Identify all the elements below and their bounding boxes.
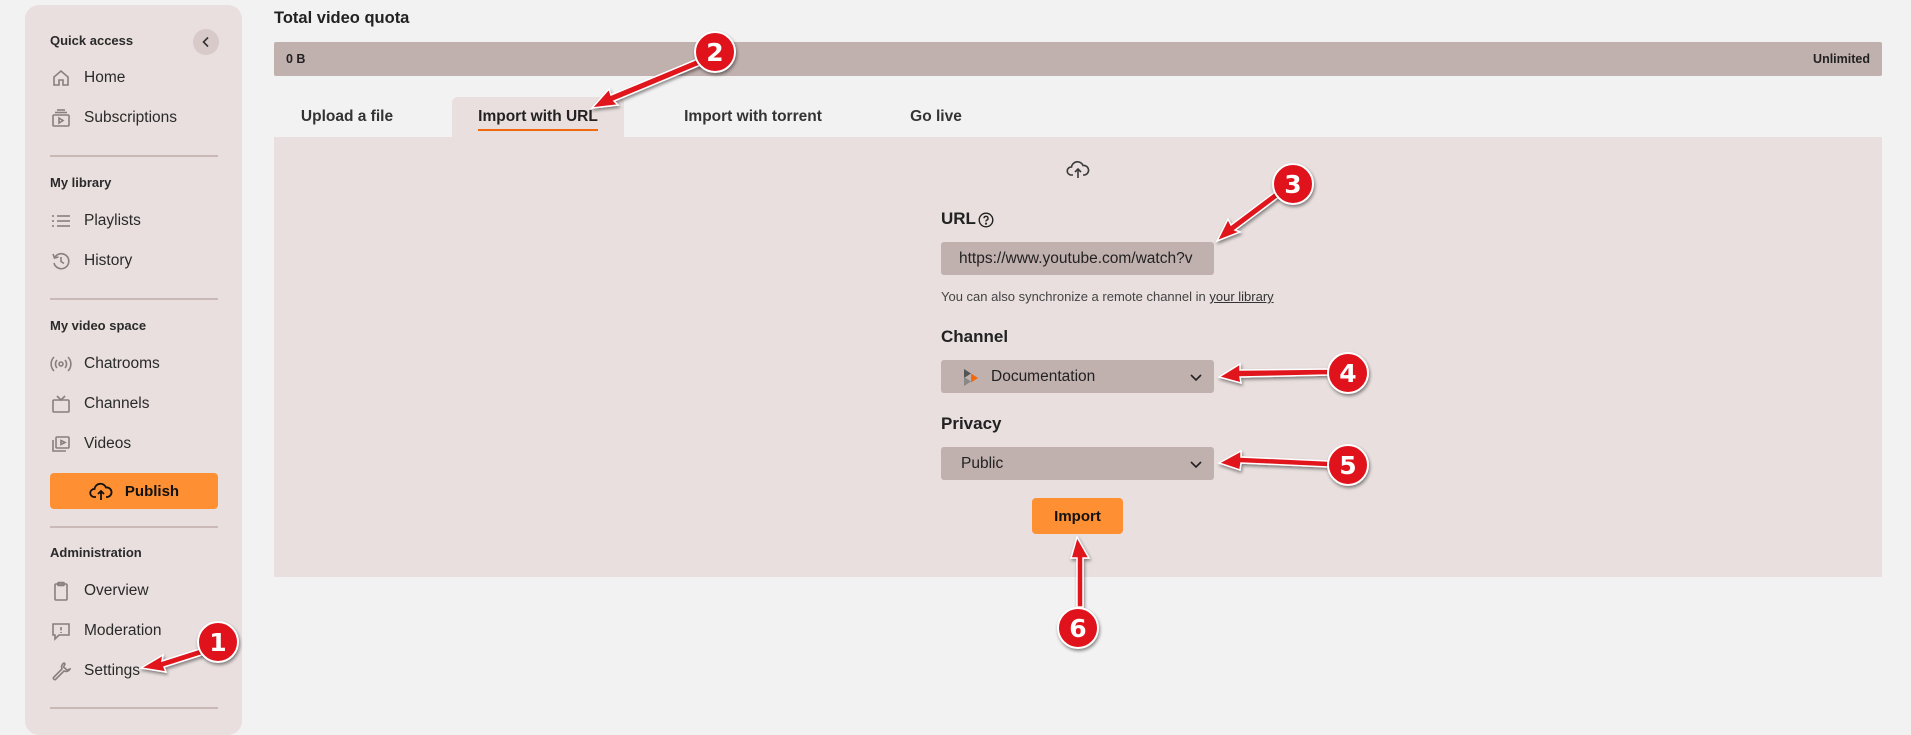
sidebar-item-label: History [84, 252, 133, 269]
annotation-marker-1: 1 [197, 621, 239, 663]
help-icon[interactable] [978, 212, 994, 228]
sidebar-item-settings[interactable]: Settings [50, 655, 218, 687]
sidebar-item-channels[interactable]: Channels [50, 388, 218, 420]
privacy-label: Privacy [941, 414, 1002, 433]
upload-cloud-icon [1066, 158, 1090, 180]
sync-hint: You can also synchronize a remote channe… [941, 289, 1274, 304]
tv-icon [50, 393, 72, 415]
privacy-value: Public [961, 454, 1004, 472]
sidebar-divider [50, 155, 218, 157]
channel-avatar-icon [963, 368, 979, 386]
sidebar-item-subscriptions[interactable]: Subscriptions [50, 102, 218, 134]
sidebar-item-overview[interactable]: Overview [50, 575, 218, 607]
url-input[interactable]: https://www.youtube.com/watch?v [941, 242, 1214, 275]
sidebar-item-label: Moderation [84, 622, 162, 639]
sidebar-item-label: Settings [84, 662, 141, 679]
wrench-icon [50, 660, 72, 682]
flag-message-icon [50, 620, 72, 642]
sidebar-divider [50, 707, 218, 709]
collapse-sidebar-button[interactable] [193, 29, 219, 55]
tab-import-url[interactable]: Import with URL [452, 97, 624, 137]
annotation-marker-4: 4 [1327, 352, 1369, 394]
sidebar-item-history[interactable]: History [50, 245, 218, 277]
annotation-marker-6: 6 [1057, 607, 1099, 649]
section-heading-my-video-space: My video space [50, 318, 147, 333]
chevron-down-icon [1188, 369, 1204, 385]
sidebar-item-home[interactable]: Home [50, 62, 218, 94]
your-library-link[interactable]: your library [1209, 289, 1273, 304]
privacy-select[interactable]: Public [941, 447, 1214, 480]
channel-value: Documentation [991, 367, 1096, 385]
history-icon [50, 250, 72, 272]
clipboard-icon [50, 580, 72, 602]
annotation-marker-2: 2 [694, 31, 736, 73]
publish-button[interactable]: Publish [50, 473, 218, 509]
section-heading-my-library: My library [50, 175, 112, 190]
playlist-icon [50, 210, 72, 232]
publish-label: Publish [124, 482, 180, 500]
quota-used: 0 B [286, 52, 306, 66]
tab-go-live[interactable]: Go live [890, 97, 982, 137]
tab-label: Import with torrent [684, 108, 822, 125]
sidebar-item-label: Playlists [84, 212, 141, 229]
sidebar-item-videos[interactable]: Videos [50, 428, 218, 460]
url-label: URL [941, 209, 976, 228]
sidebar-item-label: Chatrooms [84, 355, 160, 372]
sync-hint-text: You can also synchronize a remote channe… [941, 289, 1210, 304]
home-icon [50, 67, 72, 89]
sidebar-divider [50, 298, 218, 300]
chevron-down-icon [1188, 456, 1204, 472]
sidebar-item-label: Overview [84, 582, 149, 599]
sidebar-item-moderation[interactable]: Moderation [50, 615, 218, 647]
annotation-marker-3: 3 [1272, 163, 1314, 205]
tab-import-torrent[interactable]: Import with torrent [666, 97, 840, 137]
tab-label: Go live [910, 108, 962, 125]
chevron-left-icon [200, 36, 212, 48]
sidebar-item-label: Home [84, 69, 126, 86]
channel-label: Channel [941, 327, 1009, 346]
upload-cloud-icon [89, 481, 113, 501]
tab-label: Import with URL [478, 108, 598, 131]
sidebar-divider [50, 526, 218, 528]
subscriptions-icon [50, 107, 72, 129]
tab-upload-file[interactable]: Upload a file [278, 97, 416, 137]
broadcast-icon [50, 353, 72, 375]
channel-select[interactable]: Documentation [941, 360, 1214, 393]
quota-limit: Unlimited [1813, 52, 1870, 66]
sidebar-item-label: Videos [84, 435, 132, 452]
sidebar-item-chatrooms[interactable]: Chatrooms [50, 348, 218, 380]
tab-label: Upload a file [300, 108, 394, 125]
quota-title: Total video quota [274, 9, 410, 27]
sidebar-item-playlists[interactable]: Playlists [50, 205, 218, 237]
sidebar-item-label: Channels [84, 395, 150, 412]
quota-bar: 0 B Unlimited [274, 42, 1882, 76]
import-button[interactable]: Import [1032, 498, 1123, 534]
sidebar-item-label: Subscriptions [84, 109, 178, 126]
section-heading-quick-access: Quick access [50, 33, 134, 48]
annotation-marker-5: 5 [1327, 444, 1369, 486]
videos-icon [50, 433, 72, 455]
section-heading-administration: Administration [50, 545, 142, 560]
